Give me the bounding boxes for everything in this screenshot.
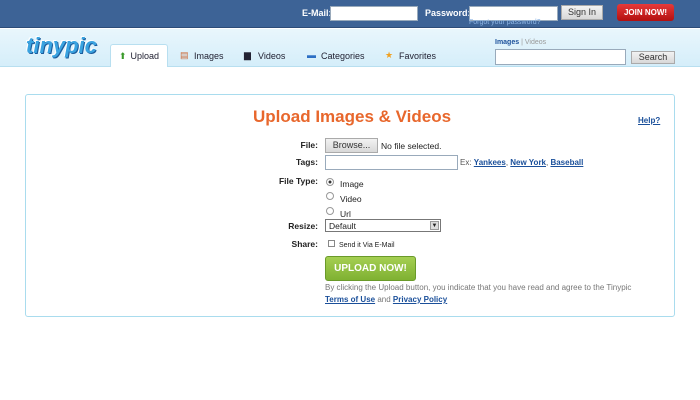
privacy-link[interactable]: Privacy Policy bbox=[393, 295, 447, 304]
resize-select[interactable]: Default ▼ bbox=[325, 219, 441, 232]
share-email-checkbox[interactable] bbox=[328, 240, 335, 247]
share-option-label: Send it Via E-Mail bbox=[339, 242, 395, 249]
radio-url[interactable] bbox=[326, 207, 334, 215]
tab-label: Images bbox=[194, 50, 224, 61]
tab-label: Categories bbox=[321, 50, 365, 61]
agreement-text: By clicking the Upload button, you indic… bbox=[325, 283, 632, 292]
search-videos-option[interactable]: Videos bbox=[525, 39, 546, 46]
radio-label: Url bbox=[340, 209, 351, 219]
tab-images[interactable]: ▤ Images bbox=[172, 44, 232, 67]
tags-input[interactable] bbox=[325, 155, 458, 170]
clapper-icon: ▆ bbox=[244, 50, 251, 60]
radio-image[interactable] bbox=[326, 178, 334, 186]
search-button[interactable]: Search bbox=[631, 51, 675, 64]
sign-in-button[interactable]: Sign In bbox=[561, 5, 603, 20]
tab-label: Videos bbox=[258, 50, 286, 61]
top-bar: E-Mail: Password: Sign In Forgot your pa… bbox=[0, 0, 700, 28]
resize-value: Default bbox=[329, 221, 356, 231]
help-link[interactable]: Help? bbox=[638, 116, 660, 125]
tab-favorites[interactable]: ★ Favorites bbox=[377, 44, 444, 67]
radio-label: Image bbox=[340, 179, 364, 189]
search-type-toggle: Images | Videos bbox=[495, 39, 546, 46]
tag-example-link[interactable]: New York bbox=[510, 158, 546, 167]
tab-label: Upload bbox=[130, 51, 160, 61]
search-input[interactable] bbox=[495, 49, 626, 65]
email-input[interactable] bbox=[330, 6, 418, 21]
images-icon: ▤ bbox=[180, 50, 189, 60]
tag-example-link[interactable]: Baseball bbox=[550, 158, 583, 167]
tab-videos[interactable]: ▆ Videos bbox=[236, 44, 293, 67]
radio-video[interactable] bbox=[326, 192, 334, 200]
email-label: E-Mail: bbox=[302, 8, 332, 18]
and-text: and bbox=[377, 295, 391, 304]
folder-icon: ▬ bbox=[307, 50, 316, 60]
file-status: No file selected. bbox=[381, 141, 442, 151]
terms-link[interactable]: Terms of Use bbox=[325, 295, 375, 304]
tag-example-link[interactable]: Yankees bbox=[474, 158, 506, 167]
tab-upload[interactable]: ⬆ Upload bbox=[110, 44, 168, 67]
up-arrow-icon: ⬆ bbox=[119, 50, 127, 61]
password-label: Password: bbox=[425, 8, 471, 18]
tab-categories[interactable]: ▬ Categories bbox=[299, 44, 373, 67]
forgot-password-link[interactable]: Forgot your password? bbox=[469, 19, 541, 26]
browse-button[interactable]: Browse... bbox=[325, 138, 378, 153]
radio-label: Video bbox=[340, 194, 362, 204]
chevron-down-icon: ▼ bbox=[430, 221, 439, 230]
search-images-option[interactable]: Images bbox=[495, 39, 519, 46]
page-title: Upload Images & Videos bbox=[253, 107, 452, 126]
share-label: Share: bbox=[291, 239, 318, 249]
tags-examples: Ex: Yankees, New York, Baseball bbox=[460, 158, 584, 167]
tags-label: Tags: bbox=[295, 157, 318, 167]
star-icon: ★ bbox=[385, 50, 394, 60]
upload-now-button[interactable]: UPLOAD NOW! bbox=[325, 256, 416, 281]
file-type-label: File Type: bbox=[278, 176, 318, 186]
resize-label: Resize: bbox=[288, 221, 318, 231]
ex-label: Ex: bbox=[460, 158, 472, 167]
tab-label: Favorites bbox=[399, 50, 437, 61]
separator: | bbox=[521, 39, 523, 46]
tinypic-logo[interactable]: tinypic bbox=[26, 33, 97, 59]
file-label: File: bbox=[300, 140, 318, 150]
agreement-links: Terms of Use and Privacy Policy bbox=[325, 295, 447, 304]
join-now-button[interactable]: JOIN NOW! bbox=[617, 4, 674, 21]
